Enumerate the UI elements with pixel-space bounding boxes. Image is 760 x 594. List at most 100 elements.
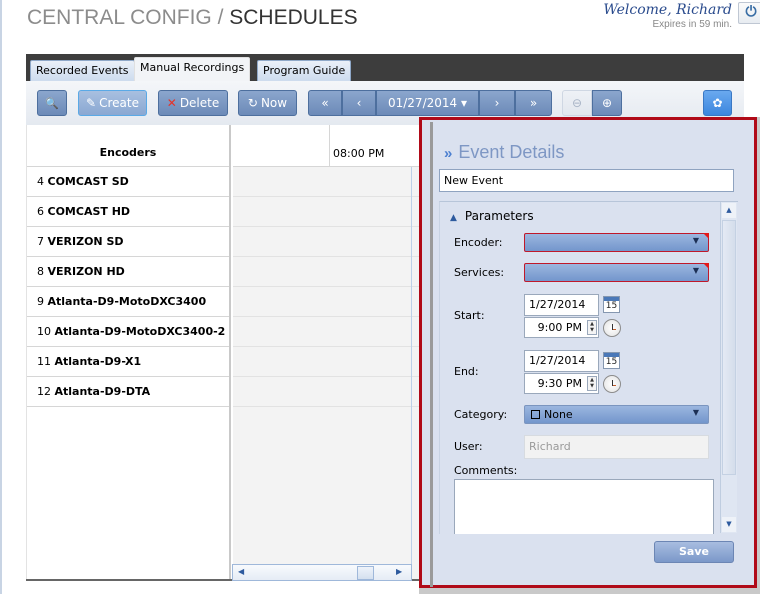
encoder-number: 4 xyxy=(37,175,44,188)
encoder-row[interactable]: 11 Atlanta-D9-X1 xyxy=(27,347,229,377)
encoder-number: 6 xyxy=(37,205,44,218)
timeline-row[interactable] xyxy=(233,257,432,287)
first-page-button[interactable]: « xyxy=(308,90,342,116)
grid-horizontal-scrollbar[interactable]: ◀ ▶ xyxy=(232,564,412,581)
timeline-row[interactable] xyxy=(233,167,432,197)
timeline-row[interactable] xyxy=(233,197,432,227)
comments-label: Comments: xyxy=(454,464,518,477)
timeline-row[interactable] xyxy=(233,347,432,377)
timeline-row[interactable] xyxy=(233,377,432,407)
breadcrumb-current: SCHEDULES xyxy=(229,6,358,29)
next-button[interactable]: › xyxy=(479,90,515,116)
delete-button[interactable]: ✕ Delete xyxy=(158,90,228,116)
encoder-row[interactable]: 6 COMCAST HD xyxy=(27,197,229,227)
encoders-header: Encoders xyxy=(27,125,229,167)
schedule-grid: Encoders 4 COMCAST SD 6 COMCAST HD 7 VER… xyxy=(26,125,432,581)
logout-button[interactable]: ⏻ xyxy=(738,2,760,24)
timeline-row[interactable] xyxy=(233,287,432,317)
event-details-panel: » Event Details New Event ▲ Parameters Enc… xyxy=(419,117,757,588)
calendar-icon[interactable]: 15 xyxy=(603,352,620,369)
time-spinner[interactable]: ▲ ▼ xyxy=(587,320,597,335)
encoder-name: COMCAST HD xyxy=(47,205,131,218)
parameters-header[interactable]: ▲ Parameters xyxy=(450,209,534,223)
required-marker xyxy=(703,233,709,239)
timeline-header: 08:00 PM xyxy=(233,125,432,167)
end-label: End: xyxy=(454,365,479,378)
start-label: Start: xyxy=(454,309,485,322)
encoder-number: 12 xyxy=(37,385,51,398)
encoder-number: 11 xyxy=(37,355,51,368)
tab-manual-recordings[interactable]: Manual Recordings xyxy=(134,57,251,81)
event-name-input[interactable]: New Event xyxy=(439,169,734,192)
tab-program-guide[interactable]: Program Guide xyxy=(257,60,352,81)
encoder-label: Encoder: xyxy=(454,236,503,249)
last-page-button[interactable]: » xyxy=(515,90,552,116)
encoder-name: Atlanta-D9-X1 xyxy=(54,355,142,368)
category-value: None xyxy=(544,408,573,421)
zoom-out-button[interactable]: ⊖ xyxy=(562,90,592,116)
clock-icon[interactable] xyxy=(603,319,621,337)
encoder-row[interactable]: 10 Atlanta-D9-MotoDXC3400-2 xyxy=(27,317,229,347)
encoder-row[interactable]: 12 Atlanta-D9-DTA xyxy=(27,377,229,407)
settings-button[interactable]: ✿ xyxy=(703,90,732,116)
start-date-input[interactable]: 1/27/2014 xyxy=(524,294,599,316)
collapse-chevron-icon[interactable]: » xyxy=(444,145,452,162)
panel-splitter[interactable] xyxy=(430,122,433,587)
services-label: Services: xyxy=(454,266,505,279)
timeline-row[interactable] xyxy=(233,227,432,257)
parameters-label: Parameters xyxy=(464,209,534,223)
calendar-icon[interactable]: 15 xyxy=(603,296,620,313)
panel-title-text: Event Details xyxy=(458,142,565,162)
zoom-in-button[interactable]: ⊕ xyxy=(592,90,622,116)
encoder-row[interactable]: 4 COMCAST SD xyxy=(27,167,229,197)
scroll-right-icon[interactable]: ▶ xyxy=(396,567,402,576)
parameters-scrollbar[interactable]: ▲ ▼ xyxy=(720,202,737,533)
required-marker xyxy=(703,263,709,269)
encoder-number: 9 xyxy=(37,295,44,308)
start-time-input[interactable]: 9:00 PM ▲ ▼ xyxy=(524,317,599,338)
clock-icon[interactable] xyxy=(603,375,621,393)
scroll-down-icon[interactable]: ▼ xyxy=(722,517,736,532)
chevron-down-icon: ▼ xyxy=(692,408,699,417)
search-button[interactable]: 🔍 xyxy=(37,90,67,116)
refresh-icon: ↻ xyxy=(247,96,258,110)
scroll-left-icon[interactable]: ◀ xyxy=(238,567,244,576)
tab-recorded-events[interactable]: Recorded Events xyxy=(30,60,135,81)
calendar-day: 15 xyxy=(605,301,618,311)
scroll-up-icon[interactable]: ▲ xyxy=(722,203,736,218)
timeline-row[interactable] xyxy=(233,317,432,347)
encoder-number: 10 xyxy=(37,325,51,338)
encoder-name: VERIZON SD xyxy=(47,235,124,248)
time-label: 08:00 PM xyxy=(333,147,385,160)
encoder-name: COMCAST SD xyxy=(47,175,129,188)
panel-title: » Event Details xyxy=(444,142,564,163)
services-dropdown[interactable]: ▼ xyxy=(524,263,709,282)
scroll-thumb[interactable] xyxy=(722,220,736,475)
date-picker-button[interactable]: 01/27/2014 ▾ xyxy=(376,90,479,116)
encoder-number: 7 xyxy=(37,235,44,248)
user-label: User: xyxy=(454,440,483,453)
create-button[interactable]: ✎ Create xyxy=(78,90,147,116)
end-time-input[interactable]: 9:30 PM ▲ ▼ xyxy=(524,373,599,394)
encoder-name: VERIZON HD xyxy=(47,265,125,278)
now-label: Now xyxy=(260,96,288,110)
scroll-thumb[interactable] xyxy=(357,566,374,580)
encoder-row[interactable]: 9 Atlanta-D9-MotoDXC3400 xyxy=(27,287,229,317)
encoder-row[interactable]: 7 VERIZON SD xyxy=(27,227,229,257)
breadcrumb-parent: CENTRAL CONFIG / xyxy=(27,6,230,29)
category-dropdown[interactable]: None ▼ xyxy=(524,405,709,424)
timeline-area[interactable]: 08:00 PM xyxy=(233,125,432,579)
encoder-dropdown[interactable]: ▼ xyxy=(524,233,709,252)
now-button[interactable]: ↻ Now xyxy=(238,90,297,116)
save-button[interactable]: Save xyxy=(654,541,734,563)
end-date-input[interactable]: 1/27/2014 xyxy=(524,350,599,372)
welcome-text: Welcome, Richard xyxy=(603,2,732,18)
create-label: Create xyxy=(99,96,139,110)
previous-button[interactable]: ‹ xyxy=(342,90,376,116)
calendar-day: 15 xyxy=(605,357,618,367)
time-spinner[interactable]: ▲ ▼ xyxy=(587,376,597,391)
encoders-column: Encoders 4 COMCAST SD 6 COMCAST HD 7 VER… xyxy=(26,125,231,579)
chevron-down-icon: ▼ xyxy=(692,236,699,245)
encoder-row[interactable]: 8 VERIZON HD xyxy=(27,257,229,287)
comments-textarea[interactable] xyxy=(454,479,714,534)
